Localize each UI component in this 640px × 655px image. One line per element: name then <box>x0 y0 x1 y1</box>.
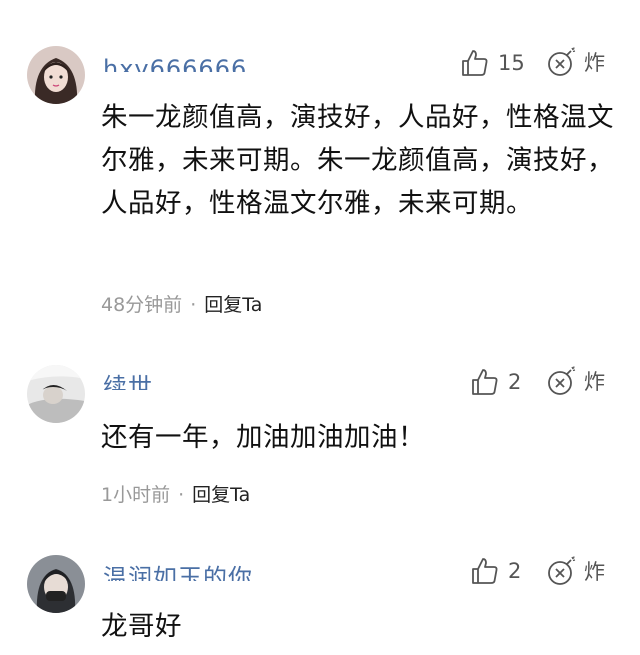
avatar[interactable] <box>27 555 85 613</box>
comment-text: 还有一年，加油加油加油！ <box>101 422 425 453</box>
username[interactable]: hxy666666 <box>103 54 247 72</box>
like-count: 2 <box>508 370 522 394</box>
boom-label: 炸 <box>584 370 605 394</box>
thumbs-up-icon <box>472 558 498 584</box>
like-count: 15 <box>498 51 525 75</box>
bomb-icon <box>548 47 576 76</box>
boom-button[interactable]: 炸 <box>546 555 605 587</box>
comment-meta: 1小时前 · 回复Ta <box>101 480 250 507</box>
reply-button[interactable]: 回复Ta <box>192 484 250 506</box>
like-count: 2 <box>508 559 522 583</box>
like-button[interactable]: 15 <box>460 48 525 78</box>
comment-text: 龙哥好 <box>101 611 182 642</box>
bomb-icon <box>548 366 576 395</box>
thumbs-up-icon <box>462 50 488 76</box>
boom-label: 炸 <box>584 51 605 75</box>
reply-button[interactable]: 回复Ta <box>204 294 262 316</box>
like-button[interactable]: 2 <box>470 556 521 586</box>
boom-button[interactable]: 炸 <box>546 46 605 78</box>
avatar[interactable] <box>27 46 85 104</box>
thumbs-up-icon <box>472 369 498 395</box>
separator-dot: · <box>178 484 185 506</box>
separator-dot: · <box>190 294 197 316</box>
boom-label: 炸 <box>584 560 605 584</box>
comment-text: 朱一龙颜值高，演技好，人品好，性格温文尔雅，未来可期。朱一龙颜值高，演技好，人品… <box>101 102 614 219</box>
boom-button[interactable]: 炸 <box>546 365 605 397</box>
username[interactable]: 续世 <box>103 372 153 390</box>
like-button[interactable]: 2 <box>470 367 521 397</box>
comment-time: 1小时前 <box>101 484 171 506</box>
username[interactable]: 温润如玉的你 <box>103 563 253 581</box>
comment-time: 48分钟前 <box>101 294 183 316</box>
comment-meta: 48分钟前 · 回复Ta <box>101 290 262 317</box>
avatar[interactable] <box>27 365 85 423</box>
bomb-icon <box>548 556 576 585</box>
